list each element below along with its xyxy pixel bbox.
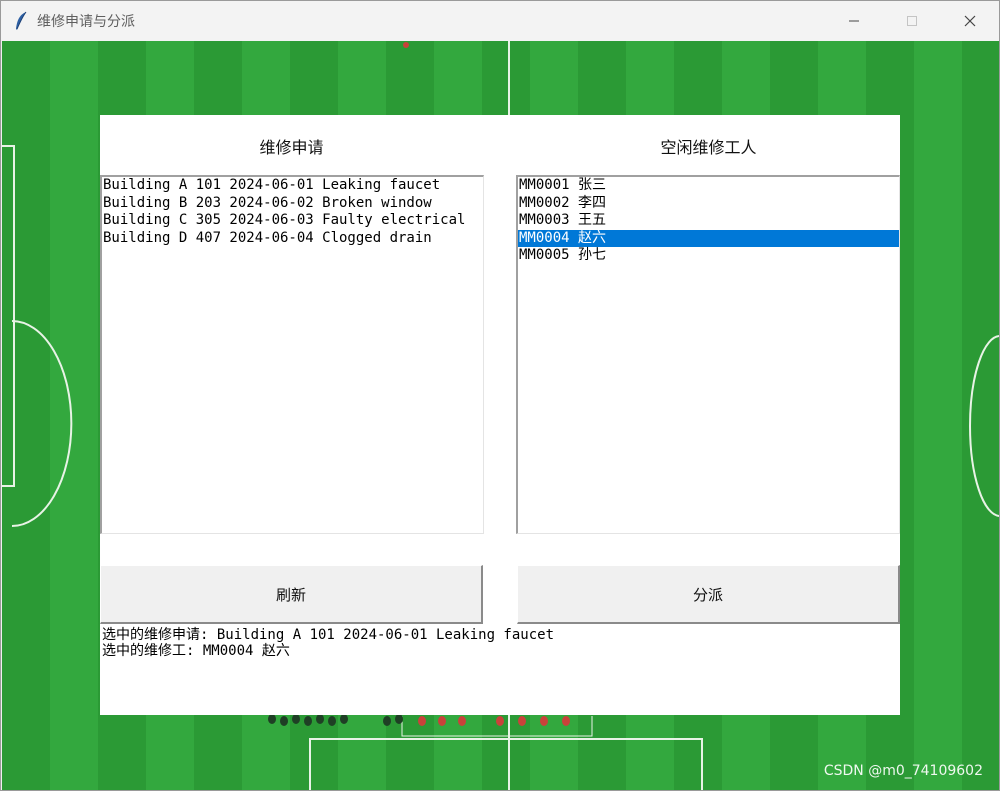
maximize-button[interactable] (883, 1, 941, 41)
worker-item[interactable]: MM0001 张三 (518, 177, 899, 195)
refresh-button[interactable]: 刷新 (100, 565, 483, 624)
selected-worker-label: 选中的维修工: MM0004 赵六 (102, 643, 290, 659)
feather-icon (11, 10, 31, 32)
close-icon (964, 15, 976, 27)
watermark: CSDN @m0_74109602 (823, 763, 983, 779)
title-bar[interactable]: 维修申请与分派 (1, 1, 999, 41)
worker-item[interactable]: MM0003 王五 (518, 212, 899, 230)
minimize-icon (849, 20, 859, 22)
worker-item[interactable]: MM0002 李四 (518, 195, 899, 213)
requests-title: 维修申请 (259, 138, 324, 157)
worker-item-selected[interactable]: MM0004 赵六 (518, 229, 899, 247)
worker-item[interactable]: MM0005 孙七 (518, 247, 899, 265)
workers-listbox[interactable]: MM0001 张三 MM0002 李四 MM0003 王五 MM0004 赵六 … (516, 175, 900, 534)
request-item[interactable]: Building A 101 2024-06-01 Leaking faucet (102, 177, 483, 195)
app-window: 维修申请与分派 维修申请 空闲维修工人 Building A 101 2024-… (0, 0, 1000, 791)
assign-button[interactable]: 分派 (517, 565, 900, 624)
minimize-button[interactable] (825, 1, 883, 41)
maximize-icon (907, 16, 917, 26)
selection-status: 选中的维修申请: Building A 101 2024-06-01 Leaki… (102, 627, 554, 659)
selected-request-label: 选中的维修申请: Building A 101 2024-06-01 Leaki… (102, 627, 555, 643)
main-panel: 维修申请 空闲维修工人 Building A 101 2024-06-01 Le… (100, 115, 900, 715)
window-title: 维修申请与分派 (37, 14, 135, 30)
workers-title: 空闲维修工人 (660, 138, 757, 157)
close-button[interactable] (941, 1, 999, 41)
request-item[interactable]: Building D 407 2024-06-04 Clogged drain (102, 230, 483, 248)
requests-listbox[interactable]: Building A 101 2024-06-01 Leaking faucet… (100, 175, 484, 534)
request-item[interactable]: Building B 203 2024-06-02 Broken window (102, 195, 483, 213)
request-item[interactable]: Building C 305 2024-06-03 Faulty electri… (102, 212, 483, 230)
